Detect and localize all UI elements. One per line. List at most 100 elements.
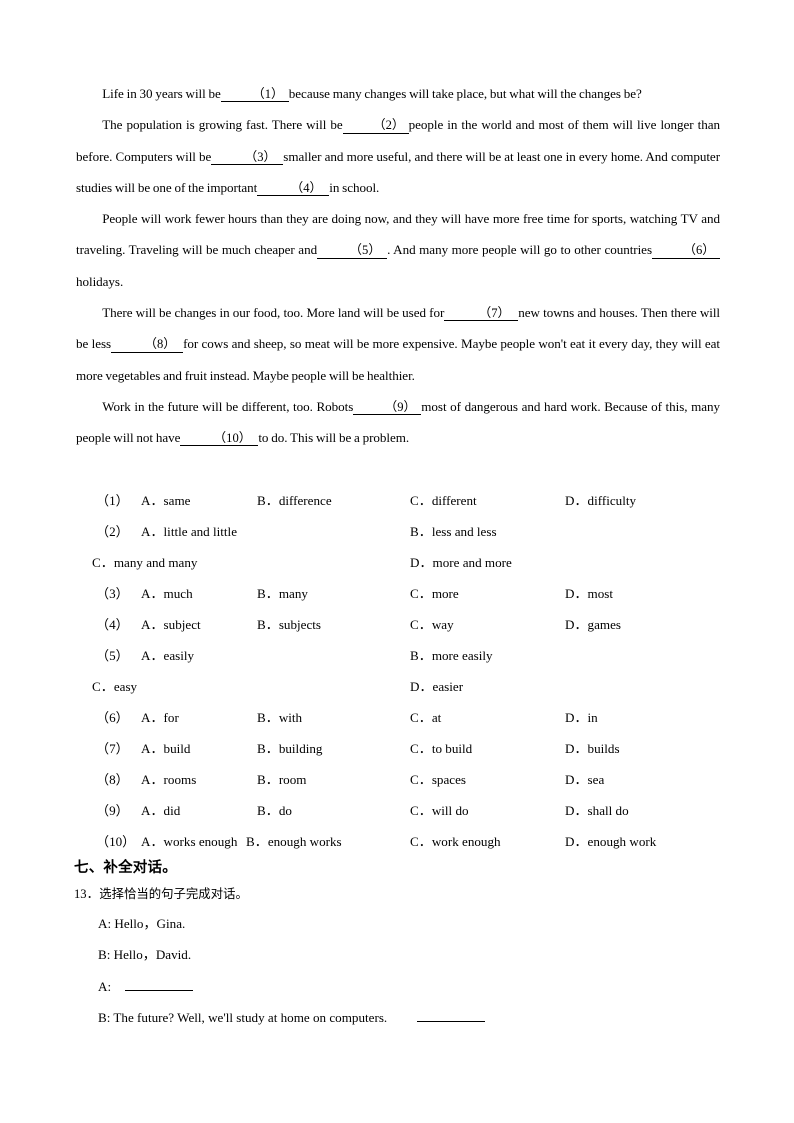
passage-paragraph-2: The population is growing fast. There wi… xyxy=(76,109,720,203)
option-choice-c[interactable]: C．different xyxy=(410,485,477,516)
option-choice-b[interactable]: B．many xyxy=(257,578,308,609)
dialogue-text: A: xyxy=(98,978,112,994)
option-row: （2） A．little and little B．less and less xyxy=(76,516,736,547)
option-choice-d[interactable]: D．in xyxy=(565,702,598,733)
cloze-blank-7[interactable]: （7） xyxy=(444,306,519,322)
passage-text: Work in the future will be different, to… xyxy=(102,398,354,414)
option-choice-a[interactable]: A．for xyxy=(141,702,179,733)
cloze-blank-4[interactable]: （4） xyxy=(257,181,330,197)
option-choice-d[interactable]: D．sea xyxy=(565,764,604,795)
option-row-continuation: C．many and many D．more and more xyxy=(76,547,736,578)
dialogue-block: A: Hello，Gina. B: Hello，David. A: B: The… xyxy=(76,908,720,1033)
passage-text: The population is growing fast. There wi… xyxy=(102,117,343,133)
option-number: （8） xyxy=(96,772,129,787)
option-choice-a[interactable]: A．much xyxy=(141,578,193,609)
option-number: （6） xyxy=(96,710,129,725)
option-number: （3） xyxy=(96,586,129,601)
passage-text: holidays. xyxy=(76,273,124,289)
option-number: （10） xyxy=(96,834,136,849)
option-choice-d[interactable]: D．games xyxy=(565,609,621,640)
option-choice-b[interactable]: B．with xyxy=(257,702,302,733)
option-choice-b[interactable]: B．room xyxy=(257,764,306,795)
option-choice-a[interactable]: A．little and little xyxy=(141,516,237,547)
option-row: （10） A．works enough B．enough works C．wor… xyxy=(76,826,736,857)
option-choice-a[interactable]: A．subject xyxy=(141,609,201,640)
dialogue-line: B: Hello，David. xyxy=(76,939,720,970)
dialogue-line: A: xyxy=(76,971,720,1002)
option-choice-b[interactable]: B．less and less xyxy=(410,516,497,547)
options-list: （1） A．same B．difference C．different D．di… xyxy=(76,485,736,857)
dialogue-line: B: The future? Well, we'll study at home… xyxy=(76,1002,720,1033)
option-choice-c[interactable]: C．at xyxy=(410,702,441,733)
section-heading: 七、补全对话。 xyxy=(74,860,177,876)
passage-text: . And many more people will go to other … xyxy=(387,242,652,258)
option-choice-a[interactable]: A．same xyxy=(141,485,190,516)
option-row: （6） A．for B．with C．at D．in xyxy=(76,702,736,733)
passage-paragraph-4: There will be changes in our food, too. … xyxy=(76,297,720,391)
question-number: 13． xyxy=(74,887,100,901)
option-choice-c[interactable]: C．easy xyxy=(92,671,137,702)
option-choice-c[interactable]: C．more xyxy=(410,578,459,609)
option-choice-b[interactable]: B．more easily xyxy=(410,640,493,671)
option-choice-d[interactable]: D．difficulty xyxy=(565,485,636,516)
question-text: 选择恰当的句子完成对话。 xyxy=(99,886,248,901)
passage-text: to do. This will be a problem. xyxy=(258,430,410,446)
option-number: （2） xyxy=(96,524,129,539)
option-choice-d[interactable]: D．most xyxy=(565,578,613,609)
passage-text: in school. xyxy=(329,179,380,195)
passage-paragraph-1: Life in 30 years will be （1） because many … xyxy=(76,78,720,109)
option-choice-c[interactable]: C．many and many xyxy=(92,547,197,578)
option-row: （4） A．subject B．subjects C．way D．games xyxy=(76,609,736,640)
cloze-blank-6[interactable]: （6） xyxy=(652,244,720,259)
passage-text: because many changes will take place, bu… xyxy=(288,86,642,101)
cloze-blank-8[interactable]: （8） xyxy=(111,338,184,353)
option-row: （5） A．easily B．more easily xyxy=(76,640,736,671)
option-choice-a[interactable]: A．easily xyxy=(141,640,194,671)
option-choice-a[interactable]: A．rooms xyxy=(141,764,196,795)
option-choice-b[interactable]: B．building xyxy=(257,733,322,764)
passage-paragraph-5: Work in the future will be different, to… xyxy=(76,391,720,454)
option-row: （3） A．much B．many C．more D．most xyxy=(76,578,736,609)
option-choice-a[interactable]: A．build xyxy=(141,733,190,764)
passage-text: There will be changes in our food, too. … xyxy=(102,305,445,321)
cloze-blank-2[interactable]: （2） xyxy=(342,119,409,134)
option-choice-d[interactable]: D．builds xyxy=(565,733,620,764)
worksheet-page: Life in 30 years will be （1） because many … xyxy=(0,0,794,1123)
option-row-continuation: C．easy D．easier xyxy=(76,671,736,702)
cloze-blank-1[interactable]: （1） xyxy=(220,87,289,103)
option-choice-b[interactable]: B．difference xyxy=(257,485,332,516)
cloze-blank-9[interactable]: （9） xyxy=(353,400,422,416)
question-prompt: 13．选择恰当的句子完成对话。 xyxy=(74,883,248,902)
option-choice-c[interactable]: C．spaces xyxy=(410,764,466,795)
option-number: （5） xyxy=(96,648,129,663)
option-number: （7） xyxy=(96,741,129,756)
option-choice-a[interactable]: A．did xyxy=(141,795,180,826)
option-number: （9） xyxy=(96,803,129,818)
passage-paragraph-3: People will work fewer hours than they a… xyxy=(76,203,720,297)
cloze-passage: Life in 30 years will be （1） because many … xyxy=(76,78,720,454)
option-choice-c[interactable]: C．way xyxy=(410,609,454,640)
option-choice-c[interactable]: C．to build xyxy=(410,733,472,764)
option-row: （1） A．same B．difference C．different D．di… xyxy=(76,485,736,516)
option-choice-d[interactable]: D．more and more xyxy=(410,547,512,578)
option-choice-d[interactable]: D．easier xyxy=(410,671,463,702)
dialogue-line: A: Hello，Gina. xyxy=(76,908,720,939)
cloze-blank-5[interactable]: （5） xyxy=(317,244,388,259)
dialogue-answer-blank[interactable] xyxy=(417,1008,486,1022)
option-choice-c[interactable]: C．will do xyxy=(410,795,469,826)
option-choice-b[interactable]: B．subjects xyxy=(257,609,321,640)
dialogue-text: A: Hello，Gina. xyxy=(98,916,186,931)
option-choice-b[interactable]: B．enough works xyxy=(246,826,342,857)
dialogue-text: B: The future? Well, we'll study at home… xyxy=(98,1009,388,1025)
option-row: （8） A．rooms B．room C．spaces D．sea xyxy=(76,764,736,795)
option-choice-d[interactable]: D．enough work xyxy=(565,826,656,857)
option-choice-d[interactable]: D．shall do xyxy=(565,795,629,826)
option-choice-a[interactable]: A．works enough xyxy=(141,826,237,857)
cloze-blank-10[interactable]: （10） xyxy=(180,432,259,447)
cloze-blank-3[interactable]: （3） xyxy=(211,150,284,165)
option-number: （1） xyxy=(96,493,129,508)
dialogue-answer-blank[interactable] xyxy=(125,977,194,991)
option-choice-c[interactable]: C．work enough xyxy=(410,826,501,857)
option-row: （9） A．did B．do C．will do D．shall do xyxy=(76,795,736,826)
option-choice-b[interactable]: B．do xyxy=(257,795,292,826)
